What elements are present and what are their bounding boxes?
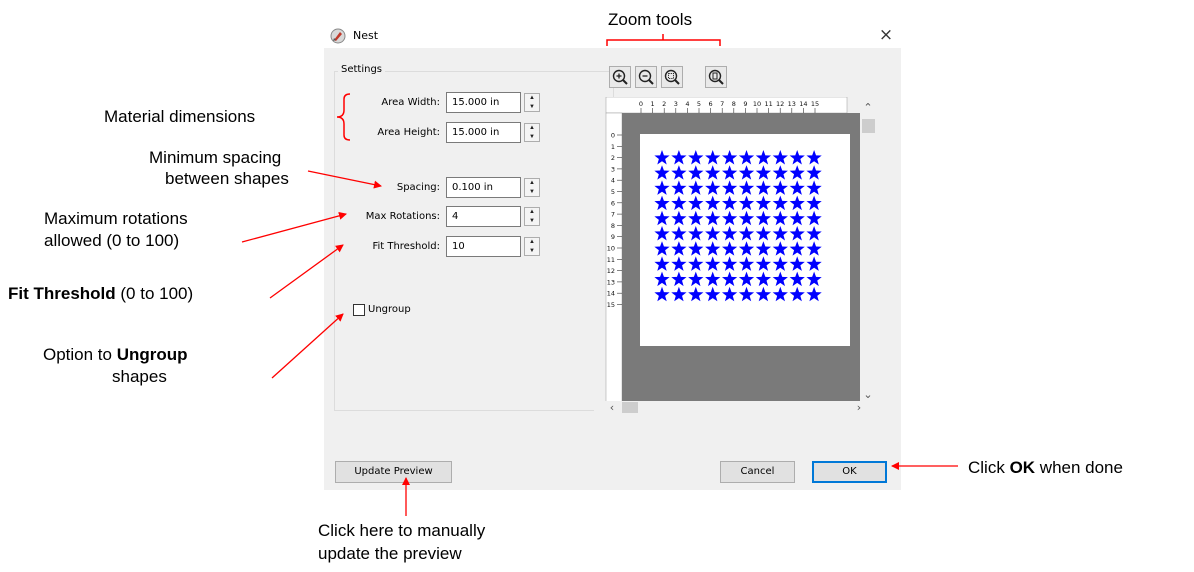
fit-threshold-arrow: [269, 244, 344, 299]
max-rotations-arrow: [241, 211, 347, 243]
ungroup-arrow: [271, 313, 344, 379]
zoom-tools-bracket: [606, 34, 721, 46]
callout-overlay: [241, 34, 958, 516]
material-dimensions-brace: [336, 93, 351, 141]
spacing-arrow: [307, 170, 382, 189]
